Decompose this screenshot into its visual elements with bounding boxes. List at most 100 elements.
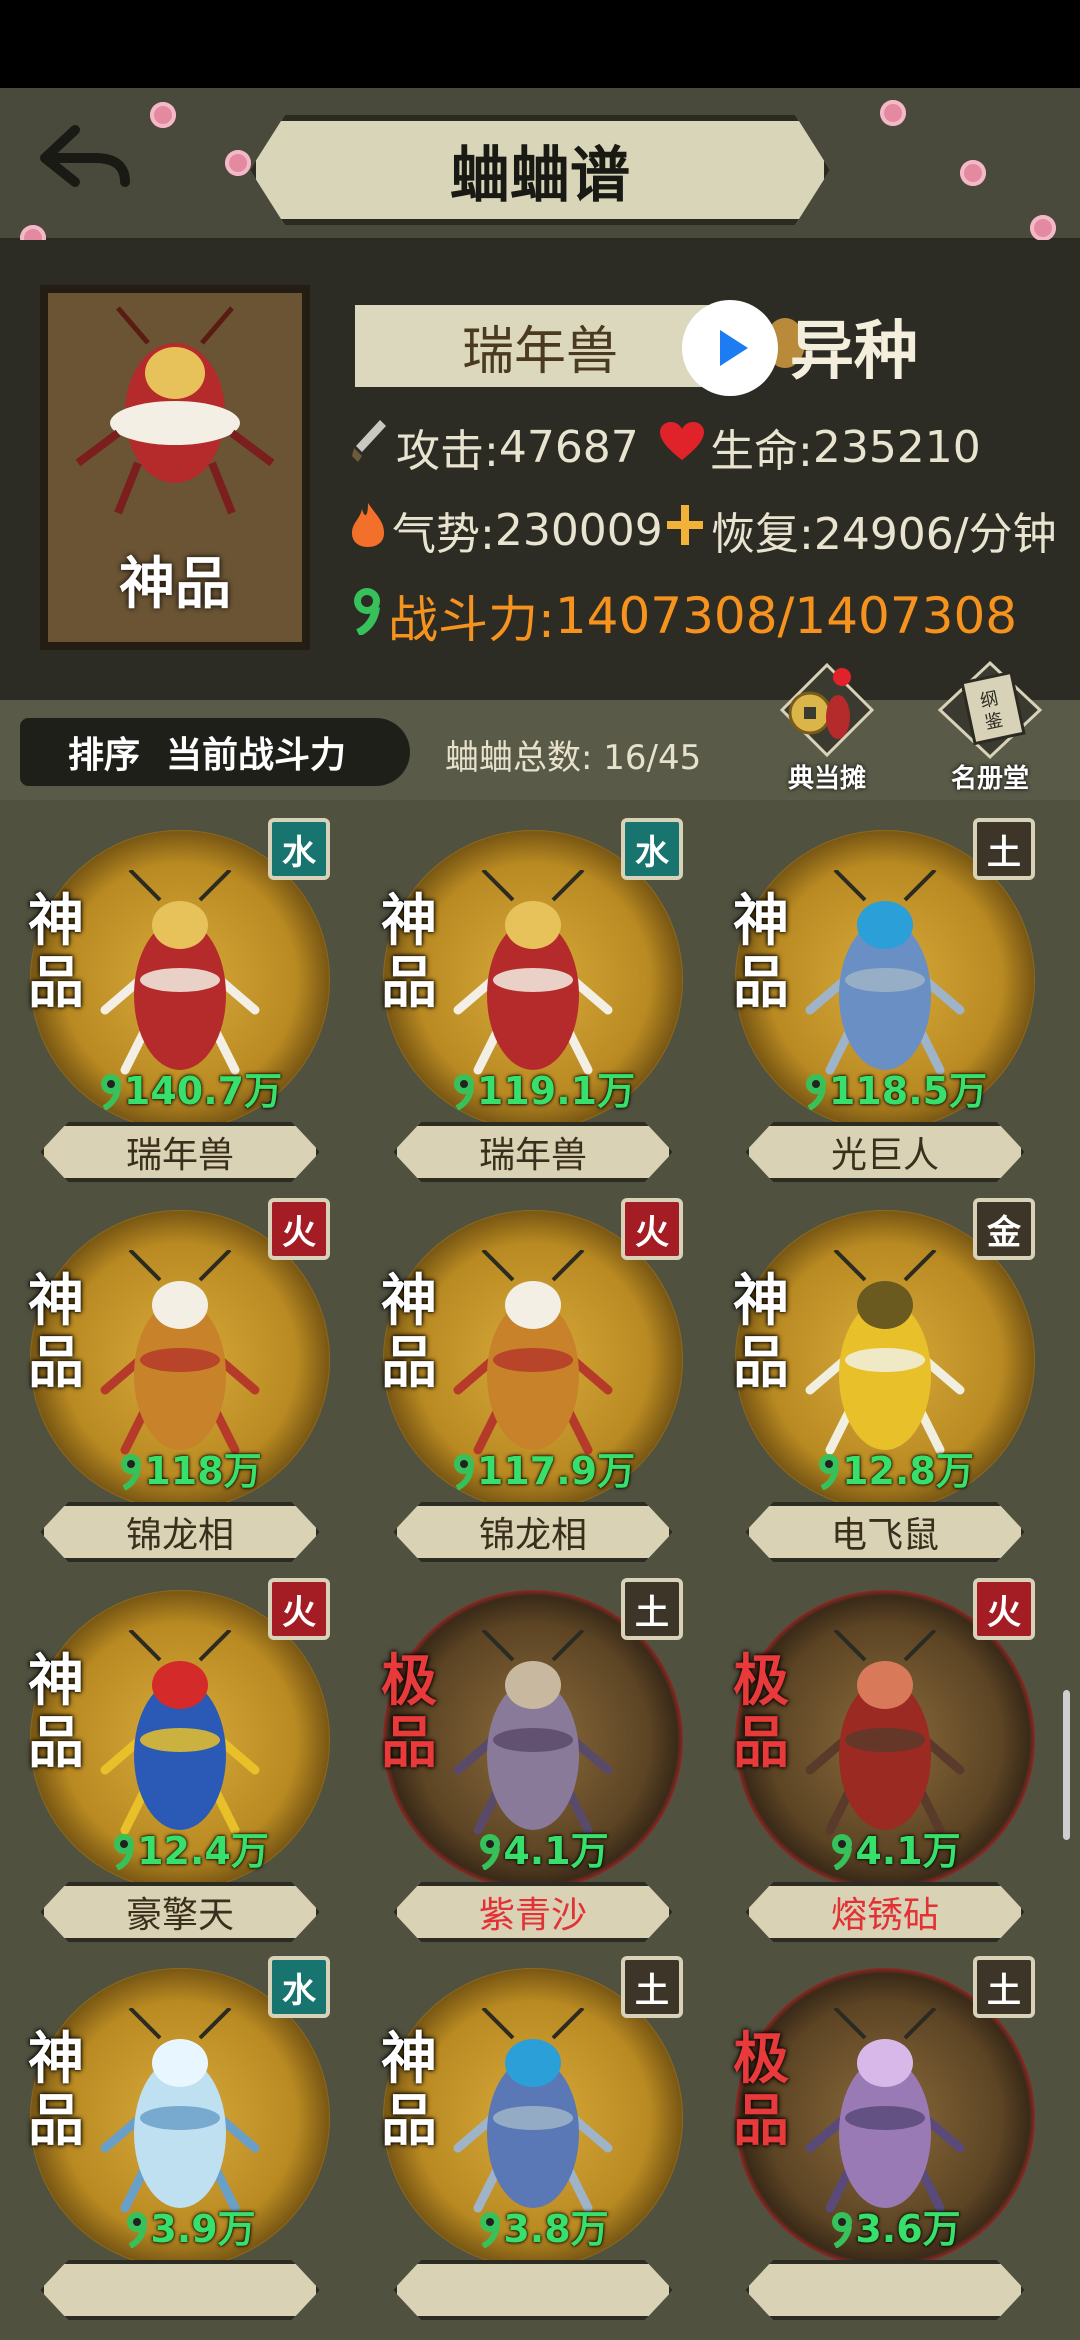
element-badge: 金 <box>973 1198 1035 1260</box>
card-power-value: 12.4万 <box>137 1829 269 1873</box>
blossom-decoration <box>150 102 176 128</box>
card-power: 12.4万 <box>80 1820 300 1875</box>
card-power-value: 3.8万 <box>503 2207 609 2251</box>
cricket-card[interactable]: 神品 金 12.8万电飞鼠 <box>715 1190 1055 1580</box>
heart-icon <box>660 421 704 473</box>
cricket-name: 瑞年兽 <box>461 321 618 382</box>
power-icon <box>453 1454 474 1491</box>
status-bar <box>0 0 1080 88</box>
sort-label: 排序 <box>68 734 141 776</box>
grade-label: 神品 <box>381 2026 437 2154</box>
cricket-card[interactable]: 神品 水 140.7万 瑞年兽 <box>10 810 350 1200</box>
plus-icon <box>665 503 705 558</box>
pawn-shop-label: 典当摊 <box>787 764 866 794</box>
card-power: 119.1万 <box>433 1060 653 1115</box>
cricket-card[interactable]: 神品 火 118万 锦龙相 <box>10 1190 350 1580</box>
card-power: 4.1万 <box>433 1820 653 1875</box>
cricket-name-banner: 瑞年兽 <box>355 305 725 387</box>
blossom-decoration <box>880 100 906 126</box>
element-badge: 火 <box>268 1198 330 1260</box>
card-name: 紫青沙 <box>393 1882 673 1942</box>
card-power: 3.6万 <box>785 2198 1005 2253</box>
card-power: 4.1万 <box>785 1820 1005 1875</box>
cricket-card[interactable]: 极品 土 3.6万 <box>715 1948 1055 2338</box>
power-icon <box>832 2212 853 2249</box>
card-power-value: 118.5万 <box>828 1069 988 1113</box>
grade-label: 神品 <box>28 888 84 1016</box>
scrollbar[interactable] <box>1063 1690 1070 1840</box>
cricket-card[interactable]: 神品 水 3.9万 <box>10 1948 350 2338</box>
cricket-card[interactable]: 神品 土 118.5万 光巨人 <box>715 810 1055 1200</box>
hp-label: 生命: <box>710 426 813 477</box>
grade-label: 极品 <box>381 1648 437 1776</box>
power-icon <box>480 1834 501 1871</box>
power-value: 1407308/1407308 <box>554 587 1018 645</box>
card-name: 电飞鼠 <box>745 1502 1025 1562</box>
back-arrow-icon <box>40 125 130 187</box>
cricket-icon <box>453 2008 613 2213</box>
cricket-card[interactable]: 极品 土 4.1万紫青沙 <box>363 1570 703 1960</box>
card-name <box>40 2260 320 2320</box>
grade-label: 神品 <box>733 1268 789 1396</box>
card-name: 瑞年兽 <box>393 1122 673 1182</box>
pawn-shop-button[interactable]: 典当摊 <box>772 655 882 795</box>
power-icon <box>114 1834 135 1871</box>
momentum-label: 气势: <box>392 509 495 560</box>
power-icon <box>805 1074 826 1111</box>
card-power: 140.7万 <box>80 1060 300 1115</box>
total-value: 16/45 <box>603 738 702 778</box>
card-power: 12.8万 <box>785 1440 1005 1495</box>
book-icon: 纲 鉴 <box>937 660 1043 760</box>
card-name: 锦龙相 <box>40 1502 320 1562</box>
card-name: 锦龙相 <box>393 1502 673 1562</box>
cricket-icon <box>100 1250 260 1455</box>
card-power-value: 140.7万 <box>123 1069 283 1113</box>
card-power: 3.8万 <box>433 2198 653 2253</box>
card-power-value: 117.9万 <box>476 1449 636 1493</box>
blossom-decoration <box>960 160 986 186</box>
play-icon <box>720 330 748 366</box>
sort-value: 当前战斗力 <box>166 734 347 776</box>
power-icon <box>100 1074 121 1111</box>
grade-label: 神品 <box>381 1268 437 1396</box>
attack-value: 47687 <box>498 421 639 473</box>
cricket-icon <box>100 2008 260 2213</box>
hp-stat: 生命: 235210 <box>660 415 981 479</box>
grade-label: 神品 <box>28 2026 84 2154</box>
cricket-card[interactable]: 神品 火 117.9万 锦龙相 <box>363 1190 703 1580</box>
cricket-portrait[interactable]: 神品 <box>40 285 310 650</box>
play-video-button[interactable] <box>682 300 778 396</box>
momentum-value: 230009 <box>494 504 663 556</box>
power-icon <box>819 1454 840 1491</box>
title-banner: 蛐蛐谱 <box>250 115 830 225</box>
variant-label: 异种 <box>790 314 918 389</box>
cricket-card[interactable]: 神品 火 12.4万 豪擎天 <box>10 1570 350 1960</box>
cricket-card[interactable]: 神品 土 3.8万 <box>363 1948 703 2338</box>
back-button[interactable] <box>30 115 140 205</box>
cricket-icon <box>100 870 260 1075</box>
attack-label: 攻击: <box>396 426 499 477</box>
element-badge: 水 <box>268 1956 330 2018</box>
cricket-icon <box>805 2008 965 2213</box>
element-badge: 土 <box>621 1578 683 1640</box>
recovery-stat: 恢复: 24906/分钟 <box>665 498 1057 562</box>
element-badge: 土 <box>973 818 1035 880</box>
card-power-value: 3.6万 <box>855 2207 961 2251</box>
element-badge: 水 <box>268 818 330 880</box>
card-power-value: 4.1万 <box>503 1829 609 1873</box>
power-icon <box>453 1074 474 1111</box>
cricket-card[interactable]: 神品 水 119.1万 瑞年兽 <box>363 810 703 1200</box>
roster-hall-button[interactable]: 纲 鉴 名册堂 <box>930 655 1050 795</box>
cricket-icon <box>100 1630 260 1835</box>
cricket-card[interactable]: 极品 火 4.1万 熔锈砧 <box>715 1570 1055 1960</box>
recovery-label: 恢复: <box>711 509 814 560</box>
sort-button[interactable]: 排序 当前战斗力 <box>20 718 410 786</box>
flame-icon <box>350 501 386 560</box>
total-count: 蛐蛐总数: 16/45 <box>445 730 701 779</box>
grade-label: 神品 <box>381 888 437 1016</box>
power-label: 战斗力: <box>388 591 555 649</box>
card-power-value: 4.1万 <box>855 1829 961 1873</box>
attack-stat: 攻击: 47687 <box>350 415 639 479</box>
power-icon <box>832 1834 853 1871</box>
hp-value: 235210 <box>812 421 981 473</box>
